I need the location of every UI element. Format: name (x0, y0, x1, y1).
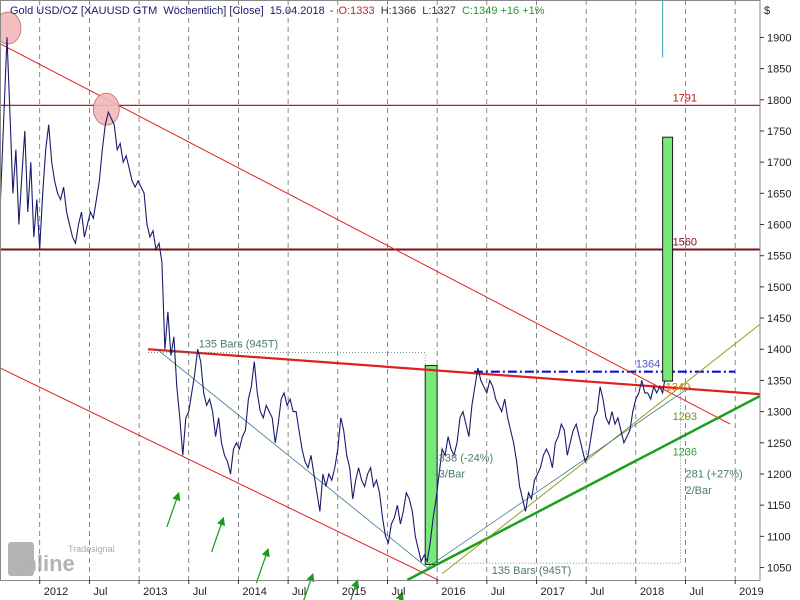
x-tick-label: Jul (391, 586, 405, 598)
instrument-label: Gold USD/OZ [XAUUSD GTM (10, 5, 157, 17)
label-level-1791: 1791 (673, 92, 697, 104)
label-level-1236: 1236 (673, 447, 697, 459)
x-tick-label: Jul (689, 586, 703, 598)
chart-canvas: 135 Bars (945T) 135 Bars (945T) -338 (-24%… (0, 0, 791, 600)
y-tick-label: 1750 (767, 126, 791, 138)
label-pct-positive: 281 (+27%) (685, 469, 742, 481)
support-arrow (166, 491, 181, 528)
x-tick-label: 2015 (342, 586, 366, 598)
y-tick-label: 1400 (767, 344, 791, 356)
y-tick-label: 1250 (767, 438, 791, 450)
label-per-bar-positive: 2/Bar (685, 485, 712, 497)
x-tick-label: 2018 (640, 586, 664, 598)
x-tick-label: Jul (93, 586, 107, 598)
y-tick-label: 1450 (767, 313, 791, 325)
date-label: 15.04.2018 (270, 5, 325, 17)
x-tick-label: Jul (491, 586, 505, 598)
chart-header: Gold USD/OZ [XAUUSD GTM Wöchentlich] [Cl… (10, 5, 545, 17)
support-arrow (255, 548, 270, 584)
tradesignal-logo: Tradesignal online (8, 542, 115, 576)
label-pct-negative: -338 (-24%) (435, 453, 493, 465)
y-tick-label: 1200 (767, 469, 791, 481)
y-tick-label: 1850 (767, 64, 791, 76)
x-tick-label: 2012 (44, 586, 68, 598)
trend-line-teal_diag2 (426, 386, 691, 568)
x-tick-label: 2013 (143, 586, 167, 598)
y-tick-label: 1700 (767, 157, 791, 169)
y-tick-label: 1900 (767, 32, 791, 44)
interval-label: Wöchentlich] [Close] (163, 5, 263, 17)
x-tick-label: 2016 (441, 586, 465, 598)
horizontal-levels (0, 104, 760, 373)
low-label: L:1327 (422, 5, 456, 17)
label-level-1340: 1340 (666, 382, 690, 394)
measure-bottom (432, 386, 681, 564)
label-bars-bottom: 135 Bars (945T) (492, 565, 571, 577)
label-level-1293: 1293 (673, 411, 697, 423)
logo-text-online: online (10, 551, 75, 576)
close-change-label: C:1349 +16 +1% (462, 5, 545, 17)
support-arrow (211, 516, 226, 553)
y-tick-label: 1300 (767, 407, 791, 419)
annotations: 135 Bars (945T) 135 Bars (945T) -338 (-24%… (166, 92, 743, 600)
y-tick-label: 1500 (767, 282, 791, 294)
high-label: H:1366 (381, 5, 416, 17)
label-level-1560: 1560 (673, 236, 697, 248)
trend-line-olive_support (441, 323, 760, 575)
x-tick-label: 2017 (540, 586, 564, 598)
y-tick-label: 1150 (767, 500, 791, 512)
y-tick-label: 1350 (767, 375, 791, 387)
svg-text:Gold USD/OZ [XAUUSD GTM: Gold USD/OZ [XAUUSD GTM Wöchentlich] [Cl… (10, 5, 545, 17)
x-tick-label: 2019 (739, 586, 763, 598)
y-tick-label: 1650 (767, 188, 791, 200)
target-box-2 (662, 136, 674, 382)
label-level-1364: 1364 (636, 359, 660, 371)
x-tick-label: 2014 (242, 586, 266, 598)
plot-frame (0, 0, 761, 581)
x-tick-label: Jul (292, 586, 306, 598)
logo-text-tradesignal: Tradesignal (68, 544, 115, 554)
x-tick-label: Jul (590, 586, 604, 598)
x-tick-label: Jul (193, 586, 207, 598)
label-bars-top: 135 Bars (945T) (199, 338, 278, 350)
currency-label: $ (764, 5, 770, 17)
y-tick-label: 1100 (767, 531, 791, 543)
open-label: O:1333 (339, 5, 375, 17)
y-tick-label: 1050 (767, 563, 791, 575)
y-tick-label: 1800 (767, 95, 791, 107)
y-tick-label: 1600 (767, 220, 791, 232)
grid (39, 0, 736, 580)
y-tick-label: 1550 (767, 251, 791, 263)
trend-line-teal_diag1 (156, 348, 428, 568)
label-per-bar-negative: -3/Bar (435, 469, 465, 481)
chart-window: 135 Bars (945T) 135 Bars (945T) -338 (-24%… (0, 0, 800, 600)
